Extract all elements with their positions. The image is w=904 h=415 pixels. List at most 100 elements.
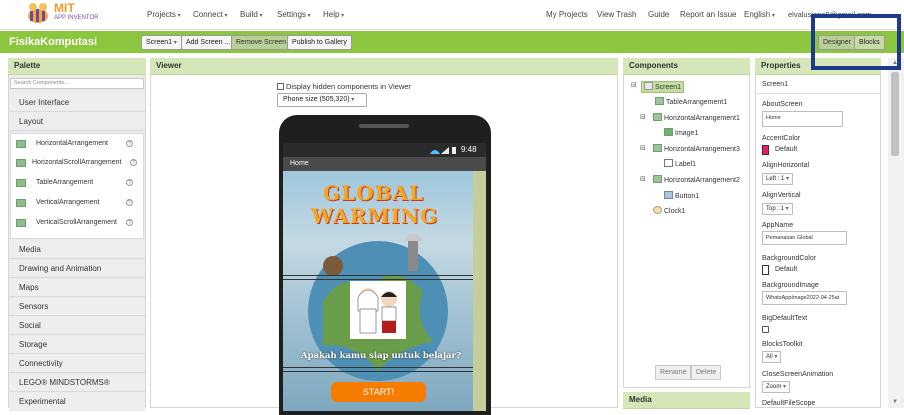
- search-components-input[interactable]: Search Components...: [10, 78, 144, 89]
- category-drawing-animation[interactable]: Drawing and Animation: [9, 260, 145, 278]
- big-default-text-checkbox[interactable]: [762, 326, 769, 333]
- help-icon[interactable]: ?: [126, 219, 133, 226]
- close-screen-animation-label: CloseScreenAnimation: [762, 371, 834, 378]
- link-report-issue[interactable]: Report an Issue: [680, 10, 736, 19]
- start-button[interactable]: START!: [331, 382, 426, 402]
- app-preview: GLOBAL WARMING Apakah kamu siap untuk be…: [283, 171, 473, 411]
- background-color-swatch[interactable]: [762, 265, 769, 275]
- help-icon[interactable]: ?: [126, 179, 133, 186]
- rename-button[interactable]: Rename: [655, 365, 692, 380]
- close-screen-animation-select[interactable]: Zoom: [762, 381, 791, 393]
- blocks-toolkit-select[interactable]: All: [762, 351, 782, 363]
- screen-select-button[interactable]: Screen1: [141, 35, 182, 50]
- accent-color-label: AccentColor: [762, 135, 801, 142]
- tree-image1[interactable]: Image1: [664, 128, 698, 140]
- collapse-toggle-icon[interactable]: ⊟: [640, 113, 646, 121]
- category-user-interface[interactable]: User Interface: [9, 94, 145, 112]
- logo-bee-icon: [28, 3, 48, 23]
- tree-horizontal-arrangement1[interactable]: HorizontalArrangement1: [653, 113, 740, 125]
- category-media[interactable]: Media: [9, 241, 145, 259]
- delete-button[interactable]: Delete: [691, 365, 722, 380]
- background-image-input[interactable]: WhatsAppImage2022-04-25at: [762, 291, 847, 305]
- background-color-label: BackgroundColor: [762, 255, 817, 262]
- menu-help[interactable]: Help: [323, 10, 344, 19]
- tree-screen1[interactable]: Screen1: [641, 81, 685, 93]
- table-icon: [655, 97, 664, 105]
- highlight-box: [811, 14, 901, 70]
- tree-button1[interactable]: Button1: [664, 191, 699, 203]
- menu-connect[interactable]: Connect: [193, 10, 227, 19]
- link-view-trash[interactable]: View Trash: [597, 10, 636, 19]
- about-screen-input[interactable]: Home: [762, 111, 843, 127]
- publish-gallery-button[interactable]: Publish to Gallery: [287, 35, 352, 50]
- phone-status-bar: 9:48: [283, 143, 486, 157]
- category-sensors[interactable]: Sensors: [9, 298, 145, 316]
- table-icon: [16, 179, 26, 187]
- scrollbar-thumb[interactable]: [891, 72, 899, 156]
- default-file-scope-label: DefaultFileScope: [762, 400, 816, 407]
- menu-build[interactable]: Build: [240, 10, 262, 19]
- help-icon[interactable]: ?: [130, 159, 137, 166]
- category-experimental[interactable]: Experimental: [9, 393, 145, 411]
- hidden-components-checkbox[interactable]: [277, 83, 284, 90]
- kids-image: [350, 281, 406, 339]
- menu-settings[interactable]: Settings: [277, 10, 311, 19]
- accent-color-swatch[interactable]: [762, 145, 769, 155]
- banner-warming-text: WARMING: [311, 204, 439, 228]
- category-lego-mindstorms[interactable]: LEGO® MINDSTORMS®: [9, 374, 145, 392]
- signal-icons: [430, 147, 456, 154]
- category-layout[interactable]: Layout: [9, 113, 145, 131]
- align-horizontal-select[interactable]: Left : 1: [762, 173, 794, 185]
- help-icon[interactable]: ?: [126, 140, 133, 147]
- remove-screen-button[interactable]: Remove Screen: [231, 35, 292, 50]
- arrangement-icon: [653, 113, 662, 121]
- align-vertical-select[interactable]: Top : 1: [762, 203, 793, 215]
- phone-speaker: [359, 124, 409, 128]
- arrangement-border: [283, 367, 473, 368]
- about-screen-label: AboutScreen: [762, 101, 803, 108]
- help-icon[interactable]: ?: [126, 199, 133, 206]
- category-maps[interactable]: Maps: [9, 279, 145, 297]
- status-clock: 9:48: [461, 145, 477, 154]
- hidden-components-label: Display hidden components in Viewer: [286, 82, 411, 91]
- background-color-value[interactable]: Default: [775, 266, 797, 273]
- tree-horizontal-arrangement2[interactable]: HorizontalArrangement2: [653, 175, 740, 187]
- category-storage[interactable]: Storage: [9, 336, 145, 354]
- arrangement-icon: [16, 159, 26, 167]
- accent-color-value[interactable]: Default: [775, 146, 797, 153]
- add-screen-button[interactable]: Add Screen ...: [181, 35, 236, 50]
- link-my-projects[interactable]: My Projects: [546, 10, 588, 19]
- category-connectivity[interactable]: Connectivity: [9, 355, 145, 373]
- phone-size-select[interactable]: Phone size (505,320): [277, 93, 367, 107]
- align-horizontal-label: AlignHorizontal: [762, 162, 810, 169]
- label-icon: [664, 159, 673, 167]
- arrangement-icon: [16, 219, 26, 227]
- button-icon: [664, 191, 673, 199]
- banner-global-text: GLOBAL: [323, 181, 425, 205]
- blocks-toolkit-label: BlocksToolkit: [762, 341, 803, 348]
- category-social[interactable]: Social: [9, 317, 145, 335]
- properties-screen-name: Screen1: [762, 81, 789, 88]
- arrangement-border: [283, 371, 473, 372]
- app-name-input[interactable]: Pemanasan Global: [762, 231, 847, 245]
- palette-header: Palette: [8, 58, 146, 75]
- components-header: Components: [623, 58, 750, 75]
- language-menu[interactable]: English: [744, 10, 775, 19]
- collapse-toggle-icon[interactable]: ⊟: [631, 81, 637, 89]
- collapse-toggle-icon[interactable]: ⊟: [640, 175, 646, 183]
- menu-projects[interactable]: Projects: [147, 10, 181, 19]
- arrangement-border: [283, 275, 473, 276]
- tree-horizontal-arrangement3[interactable]: HorizontalArrangement3: [653, 144, 740, 156]
- media-header: Media: [623, 392, 750, 409]
- link-guide[interactable]: Guide: [648, 10, 669, 19]
- project-toolbar: FisikaKomputasi Screen1 Add Screen ... R…: [0, 31, 904, 53]
- tree-table-arrangement1[interactable]: TableArrangement1: [655, 97, 727, 109]
- app-inventor-logo[interactable]: MIT APP INVENTOR: [24, 1, 104, 27]
- arrangement-icon: [653, 175, 662, 183]
- arrangement-icon: [16, 199, 26, 207]
- tree-clock1[interactable]: Clock1: [653, 206, 685, 218]
- collapse-toggle-icon[interactable]: ⊟: [640, 144, 646, 152]
- logo-mit-text: MIT: [54, 1, 75, 15]
- scroll-down-icon[interactable]: ▼: [892, 399, 898, 405]
- tree-label1[interactable]: Label1: [664, 159, 696, 171]
